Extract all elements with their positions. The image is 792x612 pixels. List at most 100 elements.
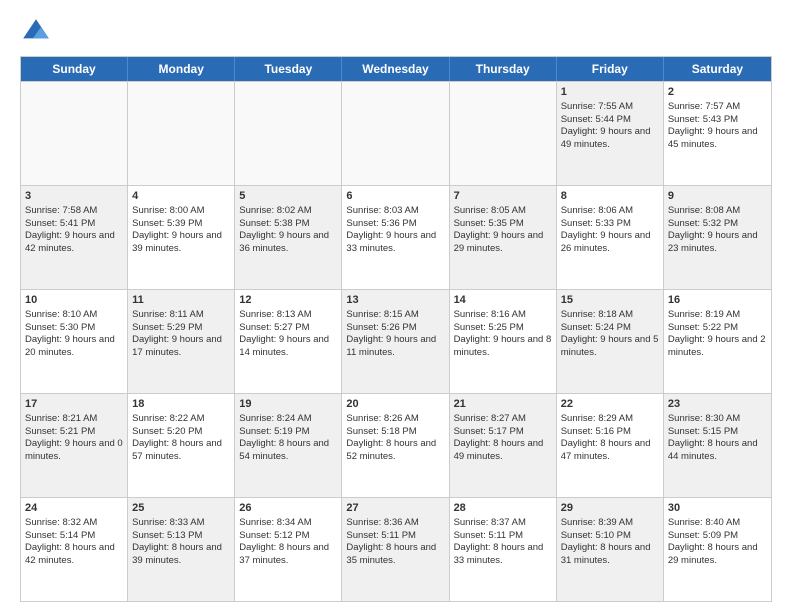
calendar-cell: 13Sunrise: 8:15 AM Sunset: 5:26 PM Dayli…: [342, 290, 449, 393]
day-number: 17: [25, 397, 123, 412]
day-info: Sunrise: 8:08 AM Sunset: 5:32 PM Dayligh…: [668, 205, 758, 254]
day-info: Sunrise: 8:16 AM Sunset: 5:25 PM Dayligh…: [454, 309, 552, 358]
day-info: Sunrise: 8:10 AM Sunset: 5:30 PM Dayligh…: [25, 309, 115, 358]
weekday-header: Saturday: [664, 57, 771, 81]
calendar-cell: 4Sunrise: 8:00 AM Sunset: 5:39 PM Daylig…: [128, 186, 235, 289]
weekday-header: Thursday: [450, 57, 557, 81]
calendar-cell: 17Sunrise: 8:21 AM Sunset: 5:21 PM Dayli…: [21, 394, 128, 497]
day-info: Sunrise: 8:15 AM Sunset: 5:26 PM Dayligh…: [346, 309, 436, 358]
day-number: 23: [668, 397, 767, 412]
calendar-cell: 24Sunrise: 8:32 AM Sunset: 5:14 PM Dayli…: [21, 498, 128, 601]
calendar-cell: 3Sunrise: 7:58 AM Sunset: 5:41 PM Daylig…: [21, 186, 128, 289]
day-number: 9: [668, 189, 767, 204]
day-info: Sunrise: 8:02 AM Sunset: 5:38 PM Dayligh…: [239, 205, 329, 254]
calendar-cell: 19Sunrise: 8:24 AM Sunset: 5:19 PM Dayli…: [235, 394, 342, 497]
day-number: 26: [239, 501, 337, 516]
day-number: 3: [25, 189, 123, 204]
calendar-row: 1Sunrise: 7:55 AM Sunset: 5:44 PM Daylig…: [21, 81, 771, 185]
day-number: 30: [668, 501, 767, 516]
day-info: Sunrise: 8:13 AM Sunset: 5:27 PM Dayligh…: [239, 309, 329, 358]
day-number: 29: [561, 501, 659, 516]
day-info: Sunrise: 8:22 AM Sunset: 5:20 PM Dayligh…: [132, 413, 222, 462]
day-info: Sunrise: 8:03 AM Sunset: 5:36 PM Dayligh…: [346, 205, 436, 254]
calendar-cell: 1Sunrise: 7:55 AM Sunset: 5:44 PM Daylig…: [557, 82, 664, 185]
weekday-header: Friday: [557, 57, 664, 81]
weekday-header: Tuesday: [235, 57, 342, 81]
day-number: 22: [561, 397, 659, 412]
day-number: 21: [454, 397, 552, 412]
day-info: Sunrise: 8:33 AM Sunset: 5:13 PM Dayligh…: [132, 517, 222, 566]
day-number: 16: [668, 293, 767, 308]
day-info: Sunrise: 8:29 AM Sunset: 5:16 PM Dayligh…: [561, 413, 651, 462]
day-info: Sunrise: 8:21 AM Sunset: 5:21 PM Dayligh…: [25, 413, 123, 462]
day-number: 10: [25, 293, 123, 308]
calendar-cell: 30Sunrise: 8:40 AM Sunset: 5:09 PM Dayli…: [664, 498, 771, 601]
calendar-cell: [128, 82, 235, 185]
calendar-row: 3Sunrise: 7:58 AM Sunset: 5:41 PM Daylig…: [21, 185, 771, 289]
day-number: 20: [346, 397, 444, 412]
calendar-cell: 6Sunrise: 8:03 AM Sunset: 5:36 PM Daylig…: [342, 186, 449, 289]
calendar-row: 17Sunrise: 8:21 AM Sunset: 5:21 PM Dayli…: [21, 393, 771, 497]
day-info: Sunrise: 8:36 AM Sunset: 5:11 PM Dayligh…: [346, 517, 436, 566]
day-info: Sunrise: 8:32 AM Sunset: 5:14 PM Dayligh…: [25, 517, 115, 566]
calendar-cell: 12Sunrise: 8:13 AM Sunset: 5:27 PM Dayli…: [235, 290, 342, 393]
calendar-cell: 28Sunrise: 8:37 AM Sunset: 5:11 PM Dayli…: [450, 498, 557, 601]
calendar-cell: [342, 82, 449, 185]
calendar-cell: [21, 82, 128, 185]
logo: [20, 16, 56, 48]
day-info: Sunrise: 8:37 AM Sunset: 5:11 PM Dayligh…: [454, 517, 544, 566]
day-info: Sunrise: 8:11 AM Sunset: 5:29 PM Dayligh…: [132, 309, 222, 358]
day-info: Sunrise: 8:18 AM Sunset: 5:24 PM Dayligh…: [561, 309, 659, 358]
day-info: Sunrise: 8:30 AM Sunset: 5:15 PM Dayligh…: [668, 413, 758, 462]
calendar-cell: 9Sunrise: 8:08 AM Sunset: 5:32 PM Daylig…: [664, 186, 771, 289]
calendar-cell: 10Sunrise: 8:10 AM Sunset: 5:30 PM Dayli…: [21, 290, 128, 393]
day-number: 12: [239, 293, 337, 308]
day-info: Sunrise: 8:19 AM Sunset: 5:22 PM Dayligh…: [668, 309, 766, 358]
day-number: 4: [132, 189, 230, 204]
day-number: 24: [25, 501, 123, 516]
calendar-cell: 18Sunrise: 8:22 AM Sunset: 5:20 PM Dayli…: [128, 394, 235, 497]
day-number: 25: [132, 501, 230, 516]
calendar-cell: 14Sunrise: 8:16 AM Sunset: 5:25 PM Dayli…: [450, 290, 557, 393]
calendar-cell: 5Sunrise: 8:02 AM Sunset: 5:38 PM Daylig…: [235, 186, 342, 289]
weekday-header: Wednesday: [342, 57, 449, 81]
calendar-cell: [235, 82, 342, 185]
day-info: Sunrise: 8:26 AM Sunset: 5:18 PM Dayligh…: [346, 413, 436, 462]
calendar-cell: 26Sunrise: 8:34 AM Sunset: 5:12 PM Dayli…: [235, 498, 342, 601]
day-info: Sunrise: 8:40 AM Sunset: 5:09 PM Dayligh…: [668, 517, 758, 566]
calendar-row: 24Sunrise: 8:32 AM Sunset: 5:14 PM Dayli…: [21, 497, 771, 601]
day-number: 19: [239, 397, 337, 412]
day-number: 1: [561, 85, 659, 100]
calendar-cell: [450, 82, 557, 185]
calendar-cell: 8Sunrise: 8:06 AM Sunset: 5:33 PM Daylig…: [557, 186, 664, 289]
day-number: 27: [346, 501, 444, 516]
day-info: Sunrise: 8:27 AM Sunset: 5:17 PM Dayligh…: [454, 413, 544, 462]
calendar-cell: 15Sunrise: 8:18 AM Sunset: 5:24 PM Dayli…: [557, 290, 664, 393]
weekday-header: Sunday: [21, 57, 128, 81]
day-number: 2: [668, 85, 767, 100]
day-number: 5: [239, 189, 337, 204]
calendar-row: 10Sunrise: 8:10 AM Sunset: 5:30 PM Dayli…: [21, 289, 771, 393]
logo-icon: [20, 16, 52, 48]
calendar-cell: 27Sunrise: 8:36 AM Sunset: 5:11 PM Dayli…: [342, 498, 449, 601]
calendar-cell: 23Sunrise: 8:30 AM Sunset: 5:15 PM Dayli…: [664, 394, 771, 497]
day-number: 6: [346, 189, 444, 204]
day-number: 8: [561, 189, 659, 204]
day-number: 14: [454, 293, 552, 308]
calendar-body: 1Sunrise: 7:55 AM Sunset: 5:44 PM Daylig…: [21, 81, 771, 601]
calendar-cell: 25Sunrise: 8:33 AM Sunset: 5:13 PM Dayli…: [128, 498, 235, 601]
day-number: 13: [346, 293, 444, 308]
calendar-cell: 29Sunrise: 8:39 AM Sunset: 5:10 PM Dayli…: [557, 498, 664, 601]
calendar-cell: 2Sunrise: 7:57 AM Sunset: 5:43 PM Daylig…: [664, 82, 771, 185]
day-number: 15: [561, 293, 659, 308]
calendar-cell: 7Sunrise: 8:05 AM Sunset: 5:35 PM Daylig…: [450, 186, 557, 289]
calendar-cell: 11Sunrise: 8:11 AM Sunset: 5:29 PM Dayli…: [128, 290, 235, 393]
calendar: SundayMondayTuesdayWednesdayThursdayFrid…: [20, 56, 772, 602]
day-info: Sunrise: 8:39 AM Sunset: 5:10 PM Dayligh…: [561, 517, 651, 566]
day-info: Sunrise: 7:57 AM Sunset: 5:43 PM Dayligh…: [668, 101, 758, 150]
calendar-cell: 22Sunrise: 8:29 AM Sunset: 5:16 PM Dayli…: [557, 394, 664, 497]
calendar-header: SundayMondayTuesdayWednesdayThursdayFrid…: [21, 57, 771, 81]
day-info: Sunrise: 8:34 AM Sunset: 5:12 PM Dayligh…: [239, 517, 329, 566]
calendar-cell: 16Sunrise: 8:19 AM Sunset: 5:22 PM Dayli…: [664, 290, 771, 393]
page: SundayMondayTuesdayWednesdayThursdayFrid…: [0, 0, 792, 612]
